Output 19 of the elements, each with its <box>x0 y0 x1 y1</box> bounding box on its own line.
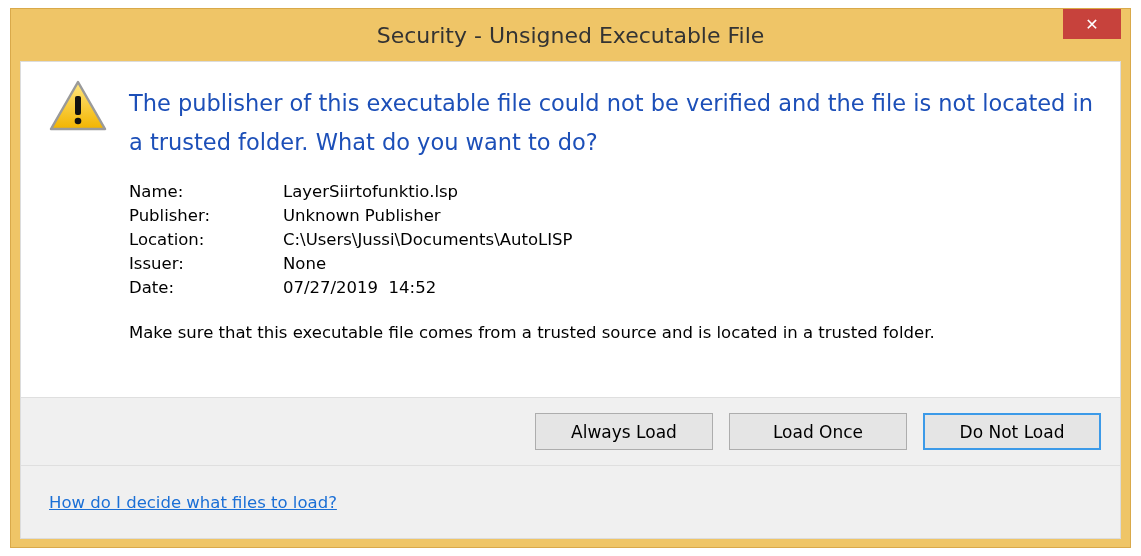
detail-label: Issuer: <box>129 254 185 273</box>
help-link[interactable]: How do I decide what files to load? <box>49 492 337 512</box>
close-button[interactable]: ✕ <box>1063 9 1121 39</box>
detail-label: Location: <box>129 230 206 249</box>
advice-text: Make sure that this executable file comes from a trusted source and is located in a trusted folder. <box>129 323 936 342</box>
dialog-button[interactable]: Load Once <box>729 413 907 450</box>
warning-heading: The publisher of this executable file could not be verified and the file is not located in a trusted folder. What do you want to do? <box>129 89 1095 157</box>
detail-label: Name: <box>129 182 185 201</box>
detail-value: C:\Users\Jussi\Documents\AutoLISP <box>283 230 573 249</box>
detail-label: Publisher: <box>129 206 212 225</box>
detail-value: None <box>283 254 328 273</box>
window-title: Security - Unsigned Executable File <box>376 22 765 48</box>
dialog-button[interactable]: Do Not Load <box>923 413 1101 450</box>
warning-icon <box>49 80 107 132</box>
detail-value: Unknown Publisher <box>283 206 442 225</box>
detail-value: 07/27/2019 14:52 <box>283 278 438 297</box>
dialog-button[interactable]: Always Load <box>535 413 713 450</box>
detail-label: Date: <box>129 278 175 297</box>
detail-value: LayerSiirtofunktio.lsp <box>283 182 460 201</box>
